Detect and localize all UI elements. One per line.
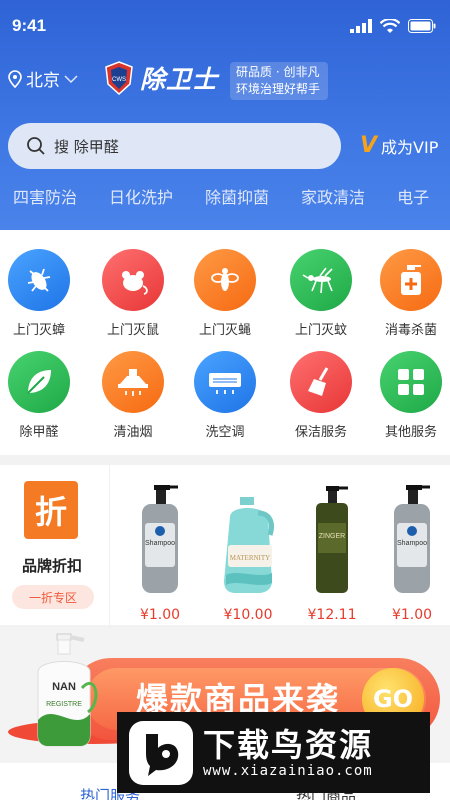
cockroach-icon [8,249,70,311]
svg-text:NAN: NAN [52,681,76,693]
tab-pest-control[interactable]: 四害防治 [13,184,77,216]
svg-text:REGISTRE: REGISTRE [46,701,82,708]
bird-logo-icon [129,720,193,785]
range-hood-icon [102,351,164,413]
service-disinfect[interactable]: 消毒杀菌 [366,249,450,338]
disinfect-icon [380,249,442,311]
vip-mark: V [360,133,378,158]
service-label: 清油烟 [113,425,153,440]
slogan-line-2: 环境治理好帮手 [236,82,321,96]
service-label: 其他服务 [384,425,437,440]
tab-daily-care[interactable]: 日化洗护 [109,184,173,216]
one-fold-zone-button[interactable]: 一折专区 [12,585,94,609]
location-selector[interactable]: 北京 [8,66,78,91]
mouse-icon [102,249,164,311]
green-bottle-icon: ZINGER [316,486,348,593]
mosquito-icon [290,249,352,311]
service-formaldehyde[interactable]: 除甲醛 [0,351,84,440]
shampoo-bottle-icon: Shampoo [142,485,178,593]
slogan-box: 研品质 · 创非凡 环境治理好帮手 [230,62,328,100]
search-bar[interactable]: 搜 除甲醛 [8,123,341,169]
status-bar: 9:41 [12,12,436,40]
location-label: 北京 [26,71,60,91]
service-fly[interactable]: 上门灭蝇 [180,249,270,338]
watermark-url: www.xiazainiao.com [203,762,373,779]
fly-icon [194,249,256,311]
vip-label: 成为VIP [381,137,439,157]
service-other[interactable]: 其他服务 [366,351,450,440]
grid-icon [380,351,442,413]
product-card[interactable]: MATERNITY ¥10.00 [208,483,288,623]
service-label: 上门灭蝇 [198,323,251,338]
service-air-conditioner[interactable]: 洗空调 [180,351,270,440]
search-placeholder: 搜 除甲醛 [54,137,119,156]
discount-title: 品牌折扣 [21,557,82,575]
service-label: 消毒杀菌 [384,323,437,338]
service-cleaning[interactable]: 保洁服务 [276,351,366,440]
svg-text:MATERNITY: MATERNITY [230,554,270,562]
wifi-icon [380,18,400,33]
product-price: ¥10.00 [223,607,273,623]
logo-badge-text: CWS [112,77,126,83]
become-vip-button[interactable]: V 成为VIP [360,133,438,158]
shield-logo-icon: CWS [105,61,133,96]
tab-sterilization[interactable]: 除菌抑菌 [205,184,269,216]
brand-discount-section: 折 品牌折扣 一折专区 Shampoo ¥1.00 MATERNITY ¥10.… [0,465,450,625]
app-header: 9:41 北京 CWS 除卫士 研品质 · 创非凡 环境治理好帮手 搜 除甲醛 … [0,0,450,230]
search-icon [27,137,45,155]
svg-text:ZINGER: ZINGER [319,533,345,540]
svg-text:Shampoo: Shampoo [145,540,175,547]
signal-icon [350,19,372,33]
watermark-overlay: 下载鸟资源 www.xiazainiao.com [117,712,430,793]
product-card[interactable]: Shampoo ¥1.00 [372,483,450,623]
slogan-line-1: 研品质 · 创非凡 [236,65,320,79]
battery-icon [408,19,436,33]
service-range-hood[interactable]: 清油烟 [88,351,178,440]
service-label: 保洁服务 [294,425,347,440]
product-card[interactable]: Shampoo ¥1.00 [120,483,200,623]
product-price: ¥1.00 [391,607,433,623]
service-label: 洗空调 [205,425,245,440]
discount-tag: 折 [24,481,78,539]
service-label: 上门灭蚊 [294,323,347,338]
product-price: ¥1.00 [139,607,181,623]
leaf-icon [8,351,70,413]
watermark-text: 下载鸟资源 www.xiazainiao.com [203,727,373,779]
brand-name: 除卫士 [140,65,219,94]
service-cockroach[interactable]: 上门灭蟑 [0,249,84,338]
service-label: 除甲醛 [19,425,59,440]
service-grid: 上门灭蟑 上门灭鼠 上门灭蝇 上门灭蚊 消毒杀菌 除甲醛 清油烟 洗空调 保洁服… [0,230,450,455]
svg-text:Shampoo: Shampoo [397,540,427,547]
banner-product-bottle: NAN REGISTRE [37,633,98,747]
air-conditioner-icon [194,351,256,413]
tab-electronics[interactable]: 电子 [397,184,429,216]
tab-housekeeping[interactable]: 家政清洁 [301,184,365,216]
discount-entry[interactable]: 折 品牌折扣 一折专区 [0,465,110,625]
status-icons [350,18,436,34]
service-label: 上门灭蟑 [12,323,65,338]
product-price: ¥12.11 [307,607,357,623]
service-label: 上门灭鼠 [106,323,159,338]
watermark-name: 下载鸟资源 [203,725,374,764]
chevron-down-icon [64,74,78,83]
service-mosquito[interactable]: 上门灭蚊 [276,249,366,338]
product-card[interactable]: ZINGER ¥12.11 [292,483,372,623]
service-mouse[interactable]: 上门灭鼠 [88,249,178,338]
detergent-bottle-icon: MATERNITY [224,497,274,593]
location-pin-icon [8,69,22,88]
category-tabs: 四害防治 日化洗护 除菌抑菌 家政清洁 电子 [0,184,450,216]
shampoo-bottle-icon: Shampoo [394,485,430,593]
status-time: 9:41 [12,16,47,35]
broom-icon [290,351,352,413]
brand-logo: CWS 除卫士 [104,60,218,96]
